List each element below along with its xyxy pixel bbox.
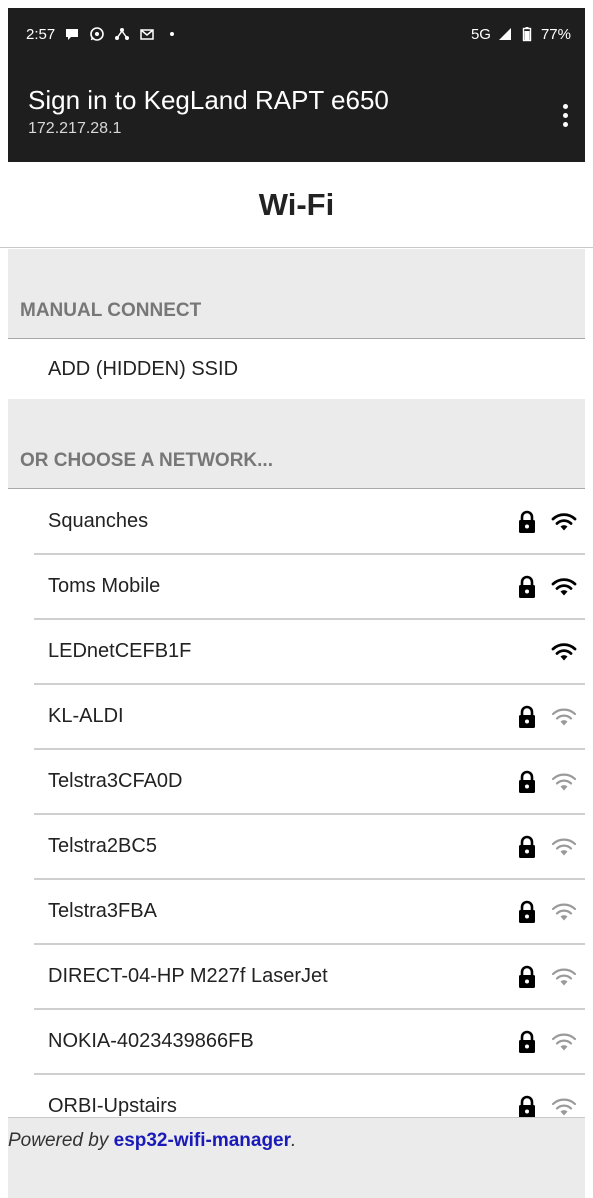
status-time: 2:57 (26, 25, 56, 43)
overflow-menu-icon[interactable] (555, 100, 575, 130)
lock-icon (517, 835, 537, 859)
wifi-signal-icon (551, 641, 577, 663)
battery-icon (519, 26, 535, 42)
network-ssid: Telstra2BC5 (48, 835, 157, 857)
network-status-icons (517, 1030, 577, 1054)
network-ssid: ORBI-Upstairs (48, 1095, 177, 1117)
network-status-icons (517, 770, 577, 794)
add-hidden-ssid-button[interactable]: ADD (HIDDEN) SSID (8, 340, 585, 399)
network-status-icons (517, 900, 577, 924)
add-hidden-ssid-label: ADD (HIDDEN) SSID (48, 358, 239, 380)
choose-network-label: OR CHOOSE A NETWORK... (20, 450, 273, 471)
battery-percent: 77% (540, 25, 571, 43)
footer-suffix: . (291, 1130, 297, 1151)
footer-prefix: Powered by (8, 1130, 114, 1151)
network-status-icons (517, 510, 577, 534)
network-ssid: Toms Mobile (48, 575, 161, 597)
wifi-signal-icon (551, 901, 577, 923)
cell-signal-icon (497, 26, 513, 42)
network-list: Squanches Toms Mobile LEDnetCEFB1F KL-ALDI T… (34, 490, 585, 1140)
network-type: 5G (470, 25, 491, 43)
lock-icon (517, 770, 537, 794)
chat-bubble-icon (64, 26, 80, 42)
network-item[interactable]: LEDnetCEFB1F (34, 620, 585, 685)
manual-connect-label: MANUAL CONNECT (20, 300, 202, 321)
lock-icon (517, 900, 537, 924)
network-ssid: Telstra3FBA (48, 900, 157, 922)
wifi-signal-icon (551, 966, 577, 988)
wifi-signal-icon (551, 1096, 577, 1118)
network-ssid: Telstra3CFA0D (48, 770, 183, 792)
network-ssid: NOKIA-4023439866FB (48, 1030, 254, 1052)
whatsapp-icon (89, 26, 105, 42)
esp32-wifi-manager-link[interactable]: esp32-wifi-manager (114, 1130, 291, 1151)
lock-icon (517, 1030, 537, 1054)
gmail-icon (139, 26, 155, 42)
network-share-icon (114, 26, 130, 42)
network-status-icons (517, 965, 577, 989)
network-status-icons (517, 1095, 577, 1119)
manual-connect-header: MANUAL CONNECT (8, 249, 585, 339)
network-item[interactable]: Telstra3CFA0D (34, 750, 585, 815)
lock-placeholder (517, 640, 537, 664)
network-item[interactable]: DIRECT-04-HP M227f LaserJet (34, 945, 585, 1010)
status-bar: 2:57 5G 77% (8, 8, 585, 60)
dot-icon (164, 26, 180, 42)
network-item[interactable]: NOKIA-4023439866FB (34, 1010, 585, 1075)
app-bar: Sign in to KegLand RAPT e650 172.217.28.… (8, 60, 585, 162)
network-item[interactable]: Toms Mobile (34, 555, 585, 620)
page-title: Wi-Fi (0, 162, 593, 248)
choose-network-header: OR CHOOSE A NETWORK... (8, 399, 585, 489)
status-right: 5G 77% (471, 26, 571, 43)
lock-icon (517, 1095, 537, 1119)
wifi-signal-icon (551, 771, 577, 793)
network-status-icons (517, 575, 577, 599)
network-status-icons (517, 705, 577, 729)
app-subtitle-ip: 172.217.28.1 (28, 120, 122, 137)
network-item[interactable]: KL-ALDI (34, 685, 585, 750)
network-status-icons (517, 640, 577, 664)
status-left: 2:57 (26, 26, 180, 43)
lock-icon (517, 705, 537, 729)
network-item[interactable]: Telstra3FBA (34, 880, 585, 945)
network-ssid: LEDnetCEFB1F (48, 640, 192, 662)
wifi-signal-icon (551, 706, 577, 728)
wifi-signal-icon (551, 836, 577, 858)
wifi-signal-icon (551, 1031, 577, 1053)
app-title: Sign in to KegLand RAPT e650 (28, 85, 389, 115)
footer: Powered by esp32-wifi-manager. (8, 1117, 585, 1198)
network-ssid: KL-ALDI (48, 705, 124, 727)
lock-icon (517, 965, 537, 989)
network-ssid: DIRECT-04-HP M227f LaserJet (48, 965, 328, 987)
network-status-icons (517, 835, 577, 859)
network-ssid: Squanches (48, 510, 149, 532)
lock-icon (517, 575, 537, 599)
network-item[interactable]: Squanches (34, 490, 585, 555)
wifi-signal-icon (551, 511, 577, 533)
network-item[interactable]: Telstra2BC5 (34, 815, 585, 880)
lock-icon (517, 510, 537, 534)
wifi-signal-icon (551, 576, 577, 598)
